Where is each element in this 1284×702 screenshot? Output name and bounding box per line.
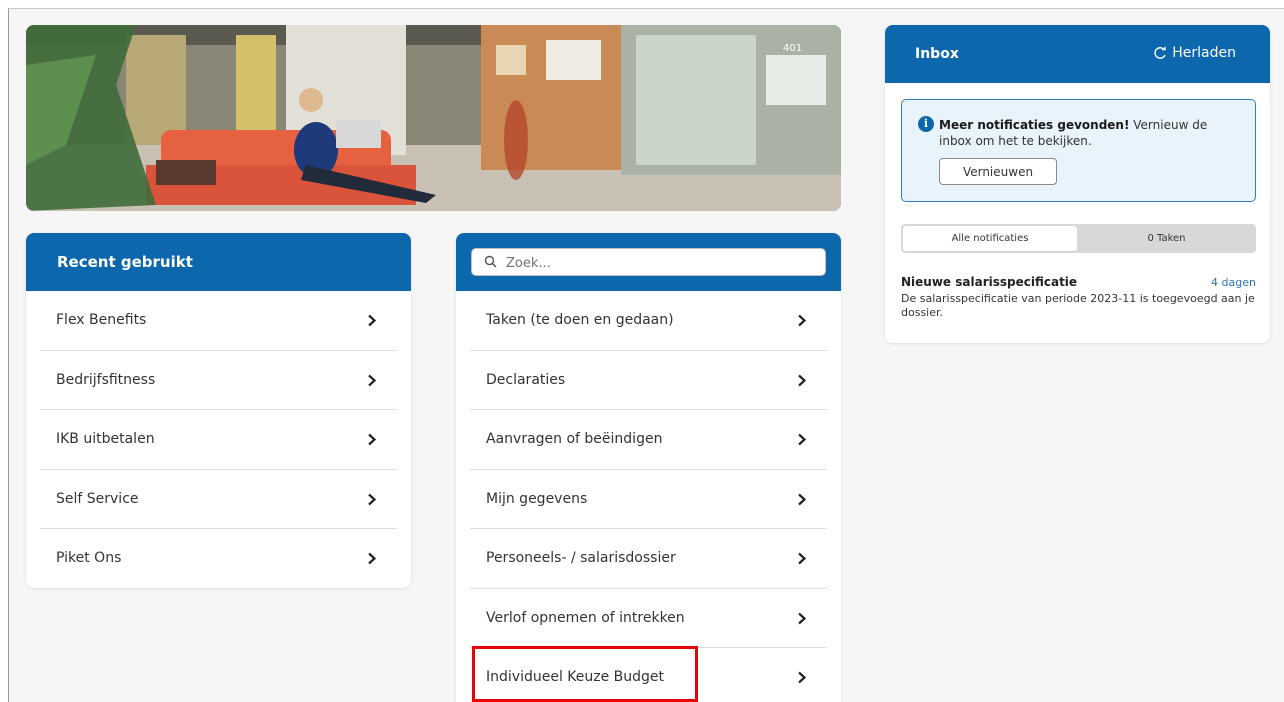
inbox-title: Inbox — [915, 46, 959, 62]
menu-item-label: Mijn gegevens — [486, 490, 588, 507]
recent-item-piket-ons[interactable]: Piket Ons — [40, 529, 397, 588]
recent-item-ikb-uitbetalen[interactable]: IKB uitbetalen — [40, 410, 397, 470]
menu-panel: Taken (te doen en gedaan) Declaraties Aa… — [456, 233, 841, 702]
menu-item-label: Personeels- / salarisdossier — [486, 550, 676, 566]
notification-title: Nieuwe salarisspecificatie — [901, 275, 1078, 289]
chevron-right-icon — [368, 433, 377, 446]
chevron-right-icon — [368, 314, 377, 327]
chevron-right-icon — [368, 493, 377, 505]
menu-item-label: Verlof opnemen of intrekken — [486, 609, 685, 626]
menu-item-label: Declaraties — [486, 371, 566, 388]
reload-icon — [1154, 46, 1166, 59]
chevron-right-icon — [798, 612, 807, 624]
chevron-right-icon — [798, 374, 807, 386]
notification-item[interactable]: Nieuwe salarisspecificatie 4 dagen De sa… — [901, 275, 1256, 320]
inbox-header: Inbox Herladen — [885, 25, 1270, 83]
info-icon: i — [918, 116, 934, 132]
search-input[interactable] — [506, 253, 816, 273]
menu-item-aanvragen[interactable]: Aanvragen of beëindigen — [470, 410, 827, 470]
recent-used-title: Recent gebruikt — [57, 253, 193, 271]
recent-used-header: Recent gebruikt — [26, 233, 411, 291]
reload-label: Herladen — [1172, 45, 1236, 61]
reload-button[interactable]: Herladen — [1153, 45, 1236, 61]
chevron-right-icon — [798, 433, 807, 446]
menu-item-verlof[interactable]: Verlof opnemen of intrekken — [470, 589, 827, 648]
recent-used-panel: Recent gebruikt Flex Benefits Bedrijfsfi… — [26, 233, 411, 588]
search-icon — [484, 255, 497, 268]
refresh-button[interactable]: Vernieuwen — [939, 158, 1057, 185]
chevron-right-icon — [368, 552, 377, 565]
notification-body: De salarisspecificatie van periode 2023-… — [901, 292, 1255, 319]
search-box[interactable] — [471, 248, 826, 276]
recent-item-flex-benefits[interactable]: Flex Benefits — [40, 291, 397, 351]
tab-tasks[interactable]: 0 Taken — [1079, 226, 1254, 251]
chevron-right-icon — [798, 493, 807, 505]
chevron-right-icon — [798, 314, 807, 327]
menu-item-label: Aanvragen of beëindigen — [486, 431, 663, 447]
notification-age: 4 dagen — [1211, 276, 1256, 289]
inbox-panel: Inbox Herladen i Meer notificaties gevon… — [885, 25, 1270, 343]
room-number: 401 — [783, 43, 802, 54]
hero-image: 401 — [26, 25, 841, 211]
menu-item-mijn-gegevens[interactable]: Mijn gegevens — [470, 470, 827, 529]
menu-item-label: Individueel Keuze Budget — [486, 669, 665, 685]
recent-used-list: Flex Benefits Bedrijfsfitness IKB uitbet… — [26, 291, 411, 588]
menu-item-personeelsdossier[interactable]: Personeels- / salarisdossier — [470, 529, 827, 589]
menu-header — [456, 233, 841, 291]
notice-bold-text: Meer notificaties gevonden! — [939, 118, 1130, 132]
tab-all-notifications[interactable]: Alle notificaties — [903, 226, 1077, 251]
recent-item-self-service[interactable]: Self Service — [40, 470, 397, 529]
menu-item-individueel-keuze-budget[interactable]: Individueel Keuze Budget — [470, 648, 827, 702]
menu-item-taken[interactable]: Taken (te doen en gedaan) — [470, 291, 827, 351]
notification-tabs: Alle notificaties 0 Taken — [901, 224, 1256, 253]
recent-item-label: Self Service — [56, 490, 139, 507]
new-notifications-notice: i Meer notificaties gevonden! Vernieuw d… — [901, 99, 1256, 202]
notice-message: Meer notificaties gevonden! Vernieuw de … — [939, 117, 1239, 149]
menu-item-declaraties[interactable]: Declaraties — [470, 351, 827, 410]
chevron-right-icon — [368, 374, 377, 386]
recent-item-label: Flex Benefits — [56, 312, 147, 328]
recent-item-bedrijfsfitness[interactable]: Bedrijfsfitness — [40, 351, 397, 410]
chevron-right-icon — [798, 671, 807, 684]
chevron-right-icon — [798, 552, 807, 565]
menu-item-label: Taken (te doen en gedaan) — [486, 312, 674, 328]
recent-item-label: Bedrijfsfitness — [56, 371, 156, 388]
recent-item-label: Piket Ons — [56, 550, 122, 566]
recent-item-label: IKB uitbetalen — [56, 431, 155, 447]
menu-list: Taken (te doen en gedaan) Declaraties Aa… — [456, 291, 841, 702]
